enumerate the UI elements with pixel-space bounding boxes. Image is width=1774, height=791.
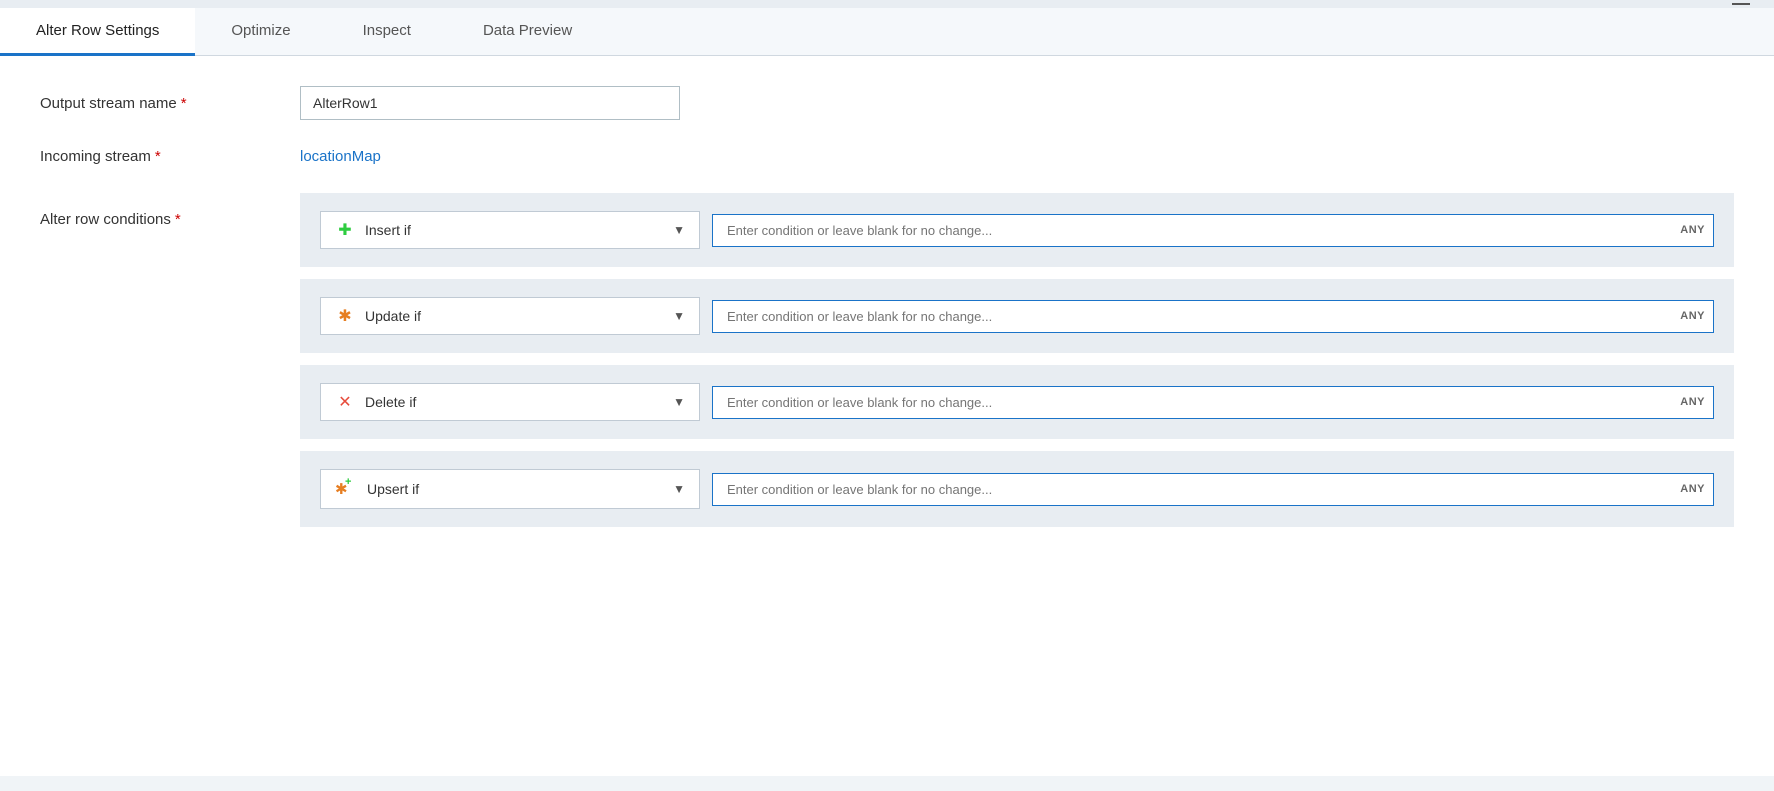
condition-dropdown-upsert-if[interactable]: ✱+ Upsert if ▼ [320, 469, 700, 509]
condition-input-wrap-delete-if: ANY [712, 386, 1714, 419]
dropdown-arrow-upsert-if: ▼ [673, 482, 685, 496]
any-badge-upsert-if: ANY [1680, 483, 1705, 495]
condition-input-insert-if[interactable] [713, 215, 1713, 246]
condition-input-update-if[interactable] [713, 301, 1713, 332]
condition-dropdown-update-if[interactable]: ✱ Update if ▼ [320, 297, 700, 335]
conditions-rows: ✚ Insert if ▼ ANY ✱ Update if ▼ ANY [300, 193, 1734, 539]
tab-bar: Alter Row Settings Optimize Inspect Data… [0, 8, 1774, 56]
condition-input-upsert-if[interactable] [713, 474, 1713, 505]
insert-icon: ✚ [335, 220, 355, 240]
output-stream-required: * [181, 95, 187, 112]
dropdown-arrow-update-if: ▼ [673, 309, 685, 323]
condition-input-wrap-insert-if: ANY [712, 214, 1714, 247]
condition-row-wrapper-update-if: ✱ Update if ▼ ANY [300, 279, 1734, 353]
incoming-stream-link[interactable]: locationMap [300, 148, 381, 165]
condition-row-wrapper-insert-if: ✚ Insert if ▼ ANY [300, 193, 1734, 267]
content-area: Output stream name* Incoming stream* loc… [0, 56, 1774, 776]
dropdown-arrow-insert-if: ▼ [673, 223, 685, 237]
output-stream-row: Output stream name* [40, 86, 1734, 120]
minimize-icon [1732, 3, 1750, 5]
incoming-stream-required: * [155, 148, 161, 165]
dropdown-arrow-delete-if: ▼ [673, 395, 685, 409]
condition-row-wrapper-upsert-if: ✱+ Upsert if ▼ ANY [300, 451, 1734, 527]
top-bar [0, 0, 1774, 8]
tab-inspect[interactable]: Inspect [327, 8, 447, 56]
condition-row-delete-if: ✕ Delete if ▼ ANY [320, 383, 1714, 421]
condition-label-delete-if: Delete if [365, 394, 663, 410]
alter-row-conditions-label: Alter row conditions* [40, 193, 300, 228]
tab-optimize[interactable]: Optimize [195, 8, 326, 56]
condition-input-delete-if[interactable] [713, 387, 1713, 418]
condition-row-wrapper-delete-if: ✕ Delete if ▼ ANY [300, 365, 1734, 439]
update-icon: ✱ [335, 306, 355, 326]
condition-input-wrap-update-if: ANY [712, 300, 1714, 333]
condition-row-upsert-if: ✱+ Upsert if ▼ ANY [320, 469, 1714, 509]
condition-label-update-if: Update if [365, 308, 663, 324]
condition-dropdown-insert-if[interactable]: ✚ Insert if ▼ [320, 211, 700, 249]
output-stream-label: Output stream name* [40, 95, 300, 112]
alter-row-conditions-required: * [175, 211, 181, 228]
condition-label-insert-if: Insert if [365, 222, 663, 238]
any-badge-update-if: ANY [1680, 310, 1705, 322]
upsert-icon: ✱+ [335, 478, 357, 500]
incoming-stream-row: Incoming stream* locationMap [40, 148, 1734, 165]
condition-row-insert-if: ✚ Insert if ▼ ANY [320, 211, 1714, 249]
alter-row-conditions-section: Alter row conditions* ✚ Insert if ▼ ANY … [40, 193, 1734, 539]
tab-alter-row-settings[interactable]: Alter Row Settings [0, 8, 195, 56]
condition-input-wrap-upsert-if: ANY [712, 473, 1714, 506]
tab-data-preview[interactable]: Data Preview [447, 8, 608, 56]
condition-label-upsert-if: Upsert if [367, 481, 663, 497]
any-badge-delete-if: ANY [1680, 396, 1705, 408]
condition-row-update-if: ✱ Update if ▼ ANY [320, 297, 1714, 335]
condition-dropdown-delete-if[interactable]: ✕ Delete if ▼ [320, 383, 700, 421]
output-stream-input[interactable] [300, 86, 680, 120]
incoming-stream-label: Incoming stream* [40, 148, 300, 165]
any-badge-insert-if: ANY [1680, 224, 1705, 236]
delete-icon: ✕ [335, 392, 355, 412]
